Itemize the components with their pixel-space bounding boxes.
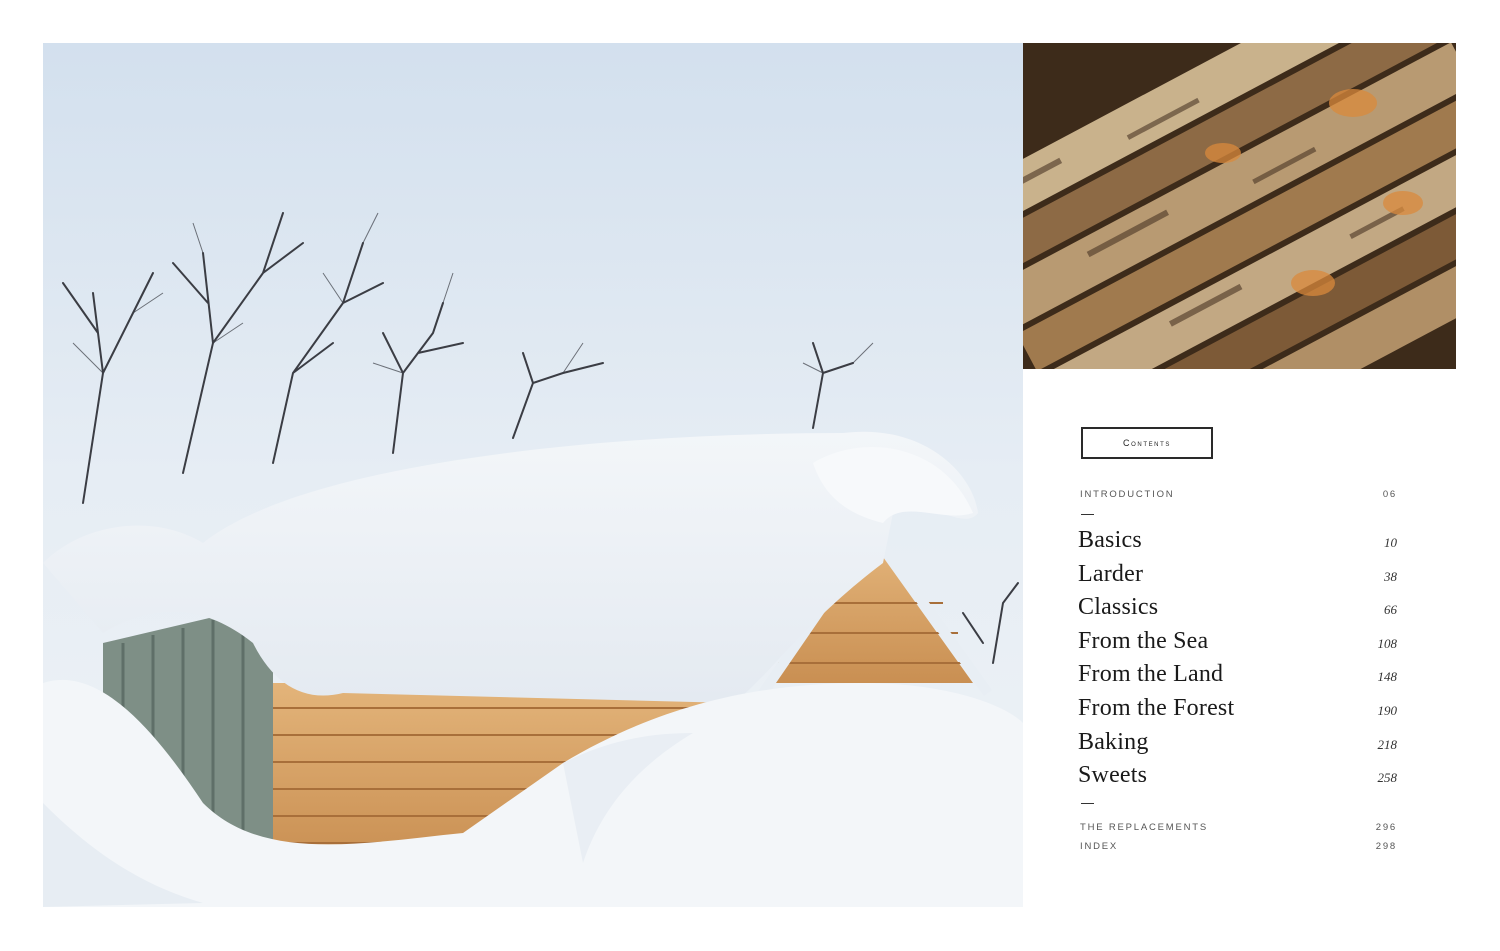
divider-dash (1081, 803, 1094, 804)
toc-chapter[interactable]: Sweets 258 (1078, 762, 1397, 796)
toc-back-matter-label: THE REPLACEMENTS (1080, 822, 1209, 833)
toc-chapter-title: Classics (1078, 594, 1159, 621)
toc-chapter[interactable]: From the Sea 108 (1078, 628, 1397, 662)
toc-chapter-title: Basics (1078, 527, 1142, 553)
toc-chapter-page: 108 (1377, 635, 1398, 651)
firewood-photo (1023, 43, 1456, 369)
toc-chapter-title: From the Forest (1078, 694, 1235, 721)
toc-chapter[interactable]: Classics 66 (1078, 594, 1397, 628)
toc-chapter-list: Basics 10 Larder 38 Classics 66 From the… (1078, 527, 1397, 796)
toc-introduction-page: 06 (1382, 489, 1397, 500)
toc-chapter-title: From the Sea (1078, 627, 1209, 654)
toc-chapter[interactable]: From the Forest 190 (1078, 695, 1397, 729)
toc-chapter[interactable]: From the Land 148 (1078, 661, 1397, 695)
toc-chapter[interactable]: Basics 10 (1078, 527, 1397, 561)
toc-introduction-label: INTRODUCTION (1080, 489, 1175, 500)
toc-chapter-page: 258 (1377, 770, 1398, 786)
snow-cabin-photo (43, 43, 1023, 907)
toc-chapter-title: Larder (1078, 560, 1144, 587)
toc-chapter-page: 66 (1384, 602, 1397, 618)
toc-back-matter-page: 296 (1375, 822, 1397, 833)
toc-chapter-page: 190 (1377, 702, 1398, 718)
toc-chapter-page: 38 (1384, 568, 1397, 584)
toc-back-matter-item[interactable]: INDEX 298 (1080, 841, 1397, 852)
divider-dash (1081, 514, 1094, 515)
toc-back-matter-item[interactable]: THE REPLACEMENTS 296 (1080, 822, 1397, 833)
toc-chapter-title: Sweets (1078, 762, 1148, 789)
toc-chapter-page: 148 (1377, 669, 1398, 685)
toc-chapter-page: 10 (1384, 535, 1397, 550)
toc-introduction[interactable]: INTRODUCTION 06 (1080, 489, 1397, 500)
contents-heading: Contents (1081, 427, 1213, 459)
toc-chapter-page: 218 (1377, 736, 1398, 752)
toc-chapter-title: From the Land (1078, 661, 1224, 688)
toc-chapter-title: Baking (1078, 728, 1149, 755)
toc-back-matter-label: INDEX (1080, 841, 1119, 852)
toc-chapter[interactable]: Larder 38 (1078, 561, 1397, 595)
toc-back-matter-page: 298 (1375, 841, 1397, 852)
toc-chapter[interactable]: Baking 218 (1078, 729, 1397, 763)
contents-heading-label: Contents (1123, 438, 1171, 448)
